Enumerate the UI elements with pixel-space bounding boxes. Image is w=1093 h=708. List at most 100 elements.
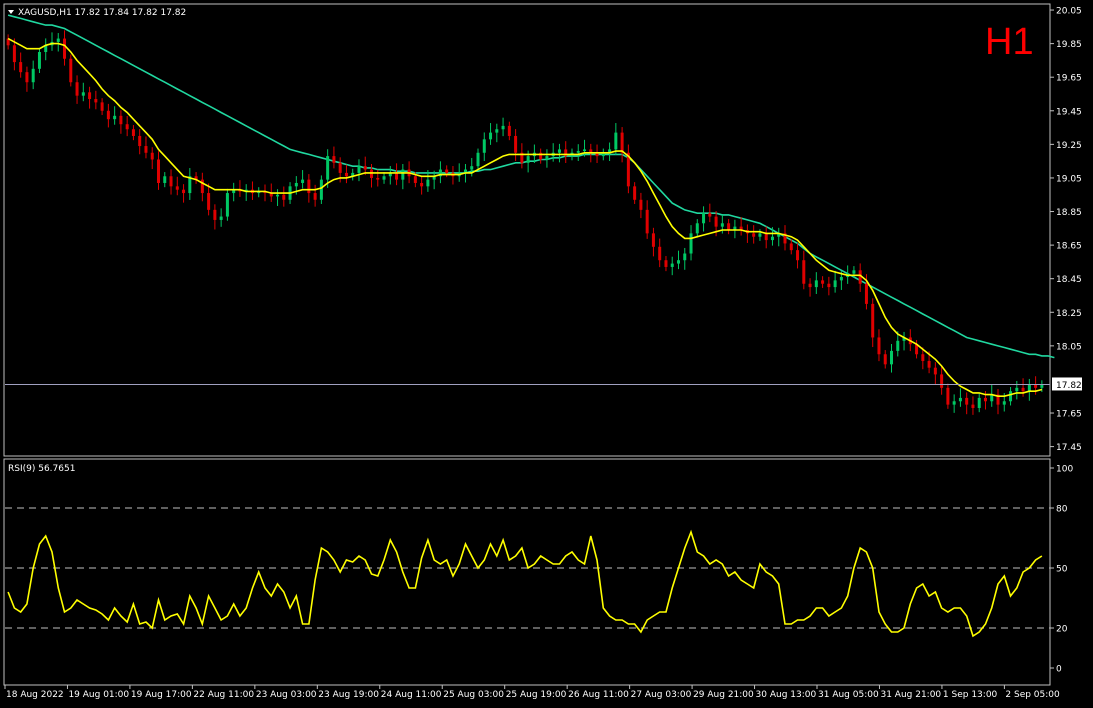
candle-body — [676, 260, 680, 264]
candle-body — [770, 236, 774, 241]
candle-body — [301, 179, 305, 183]
price-tick-label: 17.65 — [1056, 410, 1082, 420]
candle-body — [94, 99, 98, 103]
candle-body — [207, 193, 211, 210]
candle-body — [714, 216, 718, 227]
chart-canvas: 20.05 19.85 19.65 19.45 19.25 19.05 18.85 18.65… — [0, 0, 1093, 708]
time-tick-label: 30 Aug 13:00 — [756, 690, 817, 700]
candle-body — [645, 209, 649, 234]
candle-body — [495, 129, 499, 133]
candle-body — [100, 102, 104, 111]
candle-body — [12, 45, 16, 63]
candle-body — [758, 233, 762, 237]
candle-body — [1015, 387, 1019, 392]
candle-body — [1040, 384, 1044, 388]
candle-body — [695, 223, 699, 234]
candle-body — [633, 186, 637, 200]
candle-body — [363, 166, 367, 170]
rsi-tick-label: 20 — [1056, 625, 1068, 635]
candle-body — [933, 367, 937, 375]
candle-body — [63, 38, 67, 59]
candle-body — [489, 132, 493, 140]
time-tick-label: 31 Aug 05:00 — [818, 690, 879, 700]
candle-body — [413, 176, 417, 183]
time-tick-label: 19 Aug 17:00 — [131, 690, 192, 700]
candle-body — [639, 199, 643, 210]
candle-body — [150, 152, 154, 160]
candle-body — [376, 177, 380, 180]
candle-body — [276, 194, 280, 197]
candle-body — [420, 182, 424, 187]
candle-body — [1034, 384, 1038, 388]
candle-body — [156, 159, 160, 183]
candle-body — [940, 374, 944, 388]
candle-body — [927, 360, 931, 368]
candle-body — [182, 189, 186, 194]
time-tick-label: 22 Aug 11:00 — [193, 690, 254, 700]
candle-body — [106, 110, 110, 120]
time-tick-label: 25 Aug 19:00 — [506, 690, 567, 700]
candle-body — [664, 260, 668, 267]
candle-body — [808, 283, 812, 288]
price-tick-label: 18.05 — [1056, 342, 1082, 352]
time-tick-label: 1 Sep 13:00 — [943, 690, 998, 700]
candle-body — [75, 82, 79, 96]
candle-body — [958, 397, 962, 402]
candle-body — [727, 223, 731, 230]
candle-body — [871, 303, 875, 338]
candle-body — [282, 194, 286, 200]
time-tick-label: 27 Aug 03:00 — [631, 690, 692, 700]
price-tick-label: 20.05 — [1056, 7, 1082, 17]
price-tick-label: 18.85 — [1056, 208, 1082, 218]
price-tick-label: 19.65 — [1056, 74, 1082, 84]
time-tick-label: 26 Aug 11:00 — [568, 690, 629, 700]
candle-body — [814, 280, 818, 288]
candle-body — [163, 176, 167, 183]
candle-body — [382, 176, 386, 180]
price-tick-label: 18.25 — [1056, 309, 1082, 319]
candle-body — [620, 132, 624, 153]
time-tick-label: 19 Aug 01:00 — [68, 690, 129, 700]
price-tick-label: 19.45 — [1056, 107, 1082, 117]
candle-body — [583, 149, 587, 152]
candle-body — [614, 132, 618, 150]
candle-body — [896, 340, 900, 351]
candle-body — [169, 176, 173, 187]
candle-body — [1027, 384, 1031, 392]
candle-body — [651, 233, 655, 247]
candle-body — [319, 179, 323, 200]
candle-body — [313, 193, 317, 200]
symbol-info: XAGUSD,H1 17.82 17.84 17.82 17.82 — [18, 8, 186, 18]
candle-body — [56, 38, 60, 42]
candle-body — [175, 186, 179, 190]
candle-body — [113, 115, 117, 120]
candle-body — [890, 350, 894, 365]
candle-body — [1009, 391, 1013, 402]
candle-body — [395, 172, 399, 180]
candle-body — [921, 354, 925, 361]
candle-body — [557, 149, 561, 153]
candle-body — [219, 216, 223, 220]
candle-body — [952, 401, 956, 405]
candle-body — [789, 243, 793, 251]
rsi-tick-label: 80 — [1056, 505, 1068, 515]
price-tick-label: 19.25 — [1056, 141, 1082, 151]
price-tick-label: 18.45 — [1056, 275, 1082, 285]
candle-body — [19, 62, 23, 73]
candle-body — [470, 166, 474, 170]
price-tick-label: 19.05 — [1056, 174, 1082, 184]
candle-body — [88, 92, 92, 100]
candle-body — [514, 135, 518, 153]
rsi-tick-label: 50 — [1056, 565, 1068, 575]
candle-body — [294, 182, 298, 187]
candle-body — [752, 233, 756, 237]
candle-body — [545, 156, 549, 160]
candle-body — [1021, 387, 1025, 392]
candle-body — [445, 169, 449, 173]
candle-body — [1002, 401, 1006, 405]
candle-body — [25, 72, 29, 83]
candle-body — [720, 223, 724, 227]
candle-body — [864, 283, 868, 304]
candle-body — [401, 169, 405, 180]
candle-body — [839, 277, 843, 281]
